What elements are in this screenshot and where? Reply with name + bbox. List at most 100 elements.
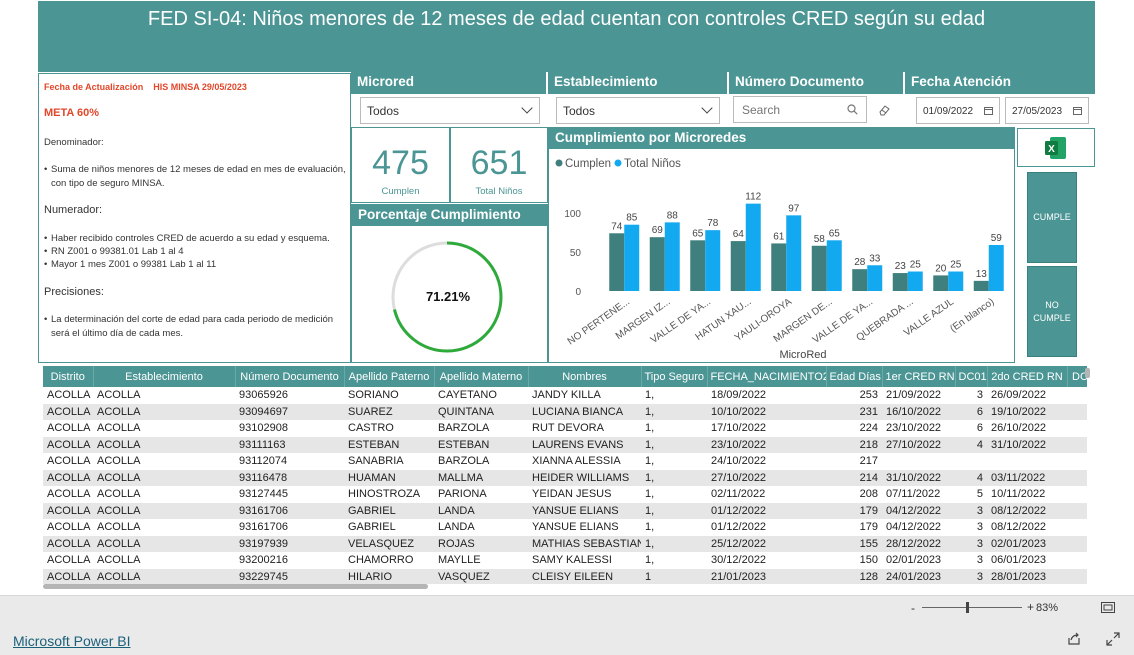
table-row[interactable]: ACOLLA ACOLLA 93116478 HUAMAN MALLMA HEIDER W…	[43, 469, 1087, 486]
legend-total-label[interactable]: Total Niños	[624, 158, 681, 170]
column-header[interactable]: 2do CRED RN	[987, 366, 1068, 387]
column-header[interactable]: Establecimiento	[93, 366, 236, 387]
bar-cumplen[interactable]	[690, 240, 706, 291]
horizontal-scrollbar[interactable]	[43, 584, 428, 589]
table-row[interactable]: ACOLLA ACOLLA 93200216 CHAMORRO MAYLLE SAMY K…	[43, 552, 1087, 569]
legend-cumplen-label[interactable]: Cumplen	[565, 158, 611, 170]
fullscreen-icon[interactable]	[1106, 632, 1120, 646]
no-cumple-button[interactable]: NO CUMPLE	[1027, 266, 1077, 357]
fecha-to-input[interactable]: 27/05/2023	[1005, 97, 1089, 124]
bar-total[interactable]	[664, 222, 680, 291]
bar-cumplen[interactable]	[811, 245, 827, 291]
bar-data-label: 13	[976, 269, 988, 280]
table-row[interactable]: ACOLLA ACOLLA 93094697 SUAREZ QUINTANA LUCIAN…	[43, 403, 1087, 420]
bar-total[interactable]	[786, 215, 802, 291]
table-row[interactable]: ACOLLA ACOLLA 93065926 SORIANO CAYETANO JANDY…	[43, 387, 1087, 404]
bar-total[interactable]	[907, 271, 923, 292]
establecimiento-value: Todos	[563, 104, 596, 118]
table-cell: 93094697	[235, 403, 344, 420]
table-cell: ACOLLA	[97, 521, 141, 534]
fecha-header: Fecha Atención	[905, 72, 1095, 94]
table-row[interactable]: ACOLLA ACOLLA 93112074 SANABRIA BARZOLA XIANN…	[43, 453, 1087, 470]
table-row[interactable]: ACOLLA ACOLLA 93161706 GABRIEL LANDA YANSUE E…	[43, 502, 1087, 519]
table-row[interactable]: ACOLLA ACOLLA 93102908 CASTRO BARZOLA RUT DEV…	[43, 420, 1087, 437]
bar-cumplen[interactable]	[649, 237, 665, 291]
column-header[interactable]: Nombres	[528, 366, 642, 387]
table-cell: ACOLLA	[93, 568, 235, 584]
bar-cumplen[interactable]	[609, 233, 625, 291]
table-row[interactable]: ACOLLA ACOLLA 93229745 HILARIO VASQUEZ CLEISY…	[43, 568, 1087, 584]
establecimiento-dropdown[interactable]: Todos	[556, 97, 720, 124]
column-header[interactable]: Distrito	[43, 366, 94, 387]
numerador-item: Haber recibido controles CRED de acuerdo…	[44, 232, 346, 246]
update-value: HIS MINSA 29/05/2023	[153, 82, 247, 92]
column-header[interactable]: Número Documento	[235, 366, 345, 387]
bar-total[interactable]	[745, 203, 761, 291]
table-cell	[1067, 403, 1087, 420]
bar-total[interactable]	[948, 271, 964, 292]
table-cell: CHAMORRO	[348, 554, 414, 567]
bar-data-label: 33	[869, 253, 881, 264]
table-cell: 93161706	[235, 502, 344, 519]
column-header[interactable]: Apellido Paterno	[344, 366, 435, 387]
bar-cumplen[interactable]	[771, 243, 787, 291]
table-cell	[1067, 387, 1087, 404]
table-row[interactable]: ACOLLA ACOLLA 93127445 HINOSTROZA PARIONA YEI…	[43, 486, 1087, 503]
column-header[interactable]: Tipo Seguro	[641, 366, 708, 387]
table-cell: HILARIO	[344, 568, 434, 584]
zoom-slider[interactable]	[922, 602, 1022, 613]
table-row[interactable]: ACOLLA ACOLLA 93161706 GABRIEL LANDA YANSUE E…	[43, 519, 1087, 536]
table-cell: 253	[859, 389, 878, 402]
column-header[interactable]: DC	[1067, 366, 1087, 387]
eraser-icon[interactable]	[878, 104, 890, 116]
table-cell: 6	[976, 422, 983, 435]
table-cell: 02/11/2022	[711, 488, 766, 501]
power-bi-link[interactable]: Microsoft Power BI	[13, 633, 130, 649]
fecha-from-input[interactable]: 01/09/2022	[916, 97, 1000, 124]
zoom-slider-thumb[interactable]	[966, 602, 969, 613]
bar-cumplen[interactable]	[892, 273, 908, 291]
bar-data-label: 23	[895, 261, 907, 272]
column-header[interactable]: DC01	[955, 366, 988, 387]
table-cell: 21/09/2022	[886, 389, 942, 402]
bar-cumplen[interactable]	[973, 280, 989, 291]
table-row[interactable]: ACOLLA ACOLLA 93197939 VELASQUEZ ROJAS MATHIA…	[43, 535, 1087, 552]
microred-dropdown[interactable]: Todos	[360, 97, 540, 124]
table-cell: CLEISY EILEEN	[528, 568, 641, 584]
zoom-in-button[interactable]: +	[1027, 600, 1034, 614]
column-header[interactable]: FECHA_NACIMIENTO2	[707, 366, 827, 387]
bar-total[interactable]	[826, 240, 842, 291]
bar-cumplen[interactable]	[933, 275, 949, 291]
bar-total[interactable]	[867, 265, 883, 291]
column-header[interactable]: Edad Días	[826, 366, 883, 387]
table-cell: 93229745	[235, 568, 344, 584]
search-icon[interactable]	[847, 104, 858, 115]
table-row[interactable]: ACOLLA ACOLLA 93111163 ESTEBAN ESTEBAN LAUREN…	[43, 436, 1087, 453]
bar-cumplen[interactable]	[852, 269, 868, 291]
cumple-button[interactable]: CUMPLE	[1027, 172, 1077, 263]
zoom-out-button[interactable]: -	[911, 601, 915, 615]
bar-total[interactable]	[624, 224, 640, 291]
table-cell	[987, 453, 1067, 470]
share-icon[interactable]	[1067, 632, 1081, 646]
column-header[interactable]: Apellido Materno	[434, 366, 529, 387]
table-cell: LUCIANA BIANCA	[528, 403, 641, 420]
report-canvas: FED SI-04: Niños menores de 12 meses de …	[0, 0, 1134, 595]
excel-export-button[interactable]: X	[1017, 128, 1095, 167]
fit-to-page-icon[interactable]	[1101, 602, 1115, 613]
bar-data-label: 85	[626, 213, 638, 224]
cumplen-value: 475	[372, 144, 429, 182]
bar-cumplen[interactable]	[730, 241, 746, 291]
bar-total[interactable]	[705, 230, 721, 291]
table-cell: 224	[859, 422, 878, 435]
table-cell: SUAREZ	[344, 403, 434, 420]
column-header[interactable]: 1er CRED RN	[882, 366, 956, 387]
table-cell: QUINTANA	[434, 403, 528, 420]
bar-data-label: 88	[667, 210, 679, 221]
vertical-scrollbar[interactable]	[1085, 368, 1090, 378]
table-cell: ACOLLA	[97, 389, 141, 402]
data-table[interactable]: Distrito Establecimiento Número Documento A…	[43, 366, 1087, 584]
documento-search-input[interactable]	[734, 97, 834, 122]
bar-total[interactable]	[988, 244, 1004, 291]
chevron-down-icon	[701, 102, 713, 114]
